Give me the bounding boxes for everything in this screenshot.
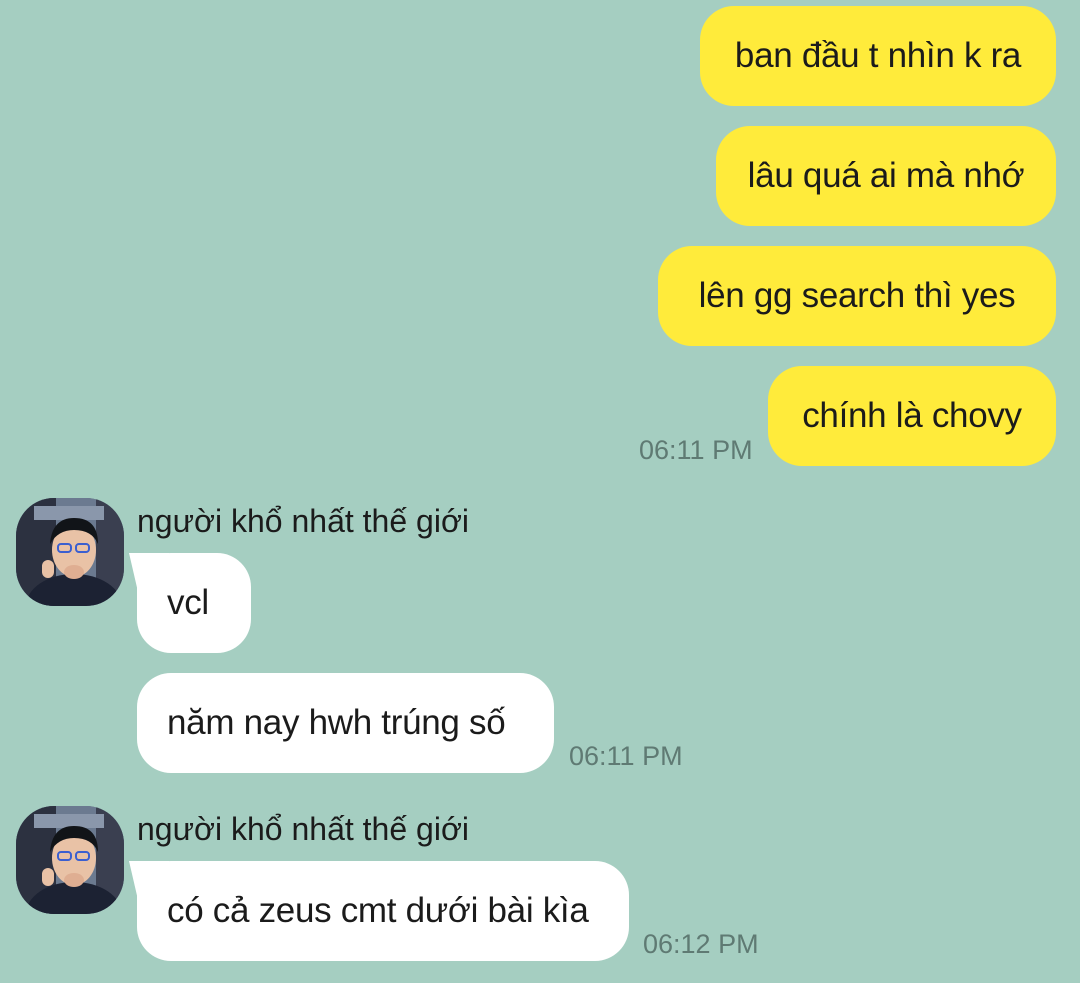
sender-avatar[interactable] — [16, 498, 124, 606]
sender-name: người khổ nhất thế giới — [137, 811, 470, 847]
outgoing-message-bubble[interactable]: lên gg search thì yes — [658, 246, 1056, 346]
incoming-message-bubble[interactable]: năm nay hwh trúng số — [137, 673, 554, 773]
incoming-message-bubble[interactable]: vcl — [137, 553, 251, 653]
message-timestamp: 06:11 PM — [569, 741, 683, 771]
profile-photo-icon — [16, 806, 124, 914]
outgoing-message-bubble[interactable]: ban đầu t nhìn k ra — [700, 6, 1056, 106]
sender-avatar[interactable] — [16, 806, 124, 914]
profile-photo-icon — [16, 498, 124, 606]
incoming-message-bubble[interactable]: có cả zeus cmt dưới bài kìa — [137, 861, 629, 961]
outgoing-message-bubble[interactable]: chính là chovy — [768, 366, 1056, 466]
message-timestamp: 06:12 PM — [643, 929, 759, 959]
outgoing-message-bubble[interactable]: lâu quá ai mà nhớ — [716, 126, 1056, 226]
message-timestamp: 06:11 PM — [639, 435, 753, 465]
sender-name: người khổ nhất thế giới — [137, 503, 470, 539]
